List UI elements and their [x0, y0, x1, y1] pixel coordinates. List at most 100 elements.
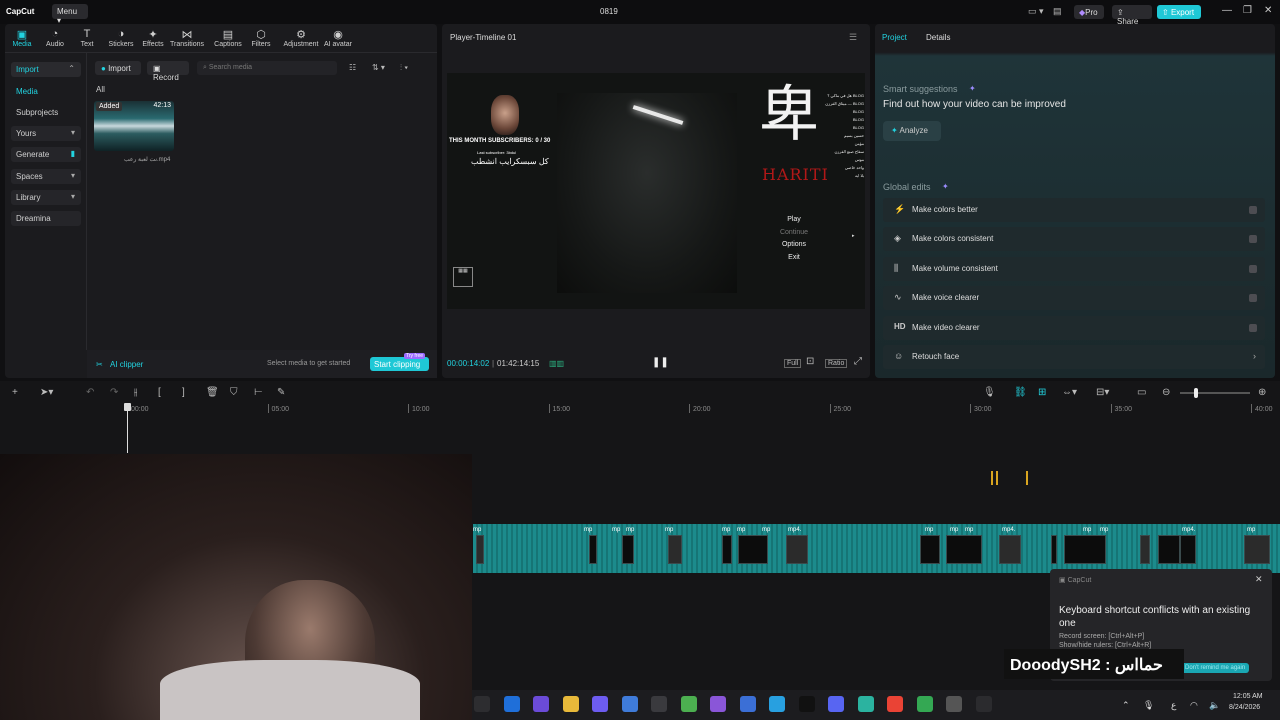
fullscreen-icon[interactable]: ⤢ [854, 356, 862, 367]
clip-thumbnail[interactable] [622, 535, 634, 564]
global-edit-make-video-clearer[interactable]: HD Make video clearer [883, 315, 1265, 340]
tray-mic-icon[interactable]: 🎙 [1143, 700, 1154, 711]
taskbar-app-icon[interactable] [562, 696, 579, 712]
waveform-icon[interactable]: ▥▥ [549, 359, 564, 368]
link-icon[interactable]: ⛓ [1014, 387, 1027, 398]
clip-thumbnail[interactable] [738, 535, 768, 564]
clock-time[interactable]: 12:05 AM [1233, 693, 1263, 700]
pro-button[interactable]: ◆Pro [1074, 5, 1104, 19]
playhead-handle[interactable] [124, 403, 131, 411]
sidebar-item-spaces[interactable]: Spaces ▾ [11, 169, 81, 184]
select-tool-icon[interactable]: ➤▾ [40, 387, 53, 398]
clip-thumbnail[interactable] [1158, 535, 1180, 564]
clip-thumbnail[interactable] [1140, 535, 1150, 564]
taskbar-app-icon[interactable] [592, 696, 608, 712]
toggle-checkbox[interactable] [1249, 264, 1257, 273]
clock-date[interactable]: 8/24/2026 [1229, 704, 1260, 711]
add-track-icon[interactable]: + [12, 387, 18, 398]
ai-clipper-label[interactable]: AI clipper [110, 360, 143, 369]
taskbar-app-icon[interactable] [857, 696, 874, 712]
toolbar-media[interactable]: ▣ Media [5, 28, 39, 48]
zoom-slider[interactable] [1180, 392, 1250, 394]
toolbar-stickers[interactable]: ◑ Stickers [104, 28, 138, 48]
toast-close-icon[interactable]: ✕ [1255, 574, 1263, 585]
delete-icon[interactable]: 🗑 [206, 387, 219, 398]
clip-thumbnail[interactable] [589, 535, 597, 564]
preview-axis-icon[interactable]: ⇔▾ [1062, 387, 1077, 398]
global-edit-retouch-face[interactable]: ☺ Retouch face › [883, 345, 1265, 369]
taskbar-app-icon[interactable] [798, 696, 815, 712]
redo-icon[interactable]: ↷ [110, 387, 118, 398]
clip-thumbnail[interactable] [1051, 535, 1057, 564]
taskbar-app-icon[interactable] [828, 696, 844, 712]
clip-thumbnail[interactable] [946, 535, 982, 564]
global-edit-make-volume-consistent[interactable]: ⫼ Make volume consistent [883, 256, 1265, 281]
taskbar-app-icon[interactable] [946, 696, 962, 712]
toolbar-filters[interactable]: ⬡ Filters [244, 28, 278, 48]
split-icon[interactable]: ⫲ [134, 387, 137, 398]
layout-icon[interactable]: ▭ ▾ [1028, 6, 1044, 17]
menu-button[interactable]: Menu ▾ [52, 4, 88, 25]
chevron-right-icon[interactable]: › [1253, 351, 1256, 361]
ratio-button[interactable]: Ratio [825, 359, 848, 368]
toggle-checkbox[interactable] [1249, 294, 1257, 303]
minimize-icon[interactable]: — [1222, 5, 1232, 16]
analyze-button[interactable]: ✦ Analyze [883, 121, 941, 141]
shortcuts-icon[interactable]: ▤ [1053, 6, 1062, 17]
filter-icon[interactable]: ⫶ ▾ [400, 63, 408, 73]
toolbar-ai-avatar[interactable]: ◉ AI avatar [321, 28, 355, 48]
tray-wifi-icon[interactable]: ◠ [1190, 700, 1198, 711]
taskbar-app-icon[interactable] [474, 696, 490, 712]
close-icon[interactable]: ✕ [1264, 5, 1272, 16]
import-button[interactable]: ● Import [95, 61, 141, 75]
clip-thumbnail[interactable] [1180, 535, 1196, 564]
screenshot-icon[interactable]: ⊡ [806, 356, 814, 367]
sidebar-item-media[interactable]: Media [11, 84, 81, 99]
zoom-in-icon[interactable]: ⊕ [1258, 387, 1266, 398]
taskbar-app-icon[interactable] [503, 696, 520, 712]
draw-icon[interactable]: ✎ [277, 387, 285, 398]
maximize-icon[interactable]: ❐ [1243, 5, 1252, 16]
taskbar-app-icon[interactable] [975, 696, 992, 712]
magnet-icon[interactable]: ⊞ [1038, 387, 1046, 398]
clip-thumbnail[interactable] [1064, 535, 1106, 564]
microphone-icon[interactable]: 🎙 [983, 387, 996, 398]
sidebar-item-subprojects[interactable]: Subprojects [11, 105, 81, 120]
sort-icon[interactable]: ⇅ ▾ [372, 63, 385, 72]
taskbar-app-icon[interactable] [739, 696, 756, 712]
clip-thumbnail[interactable] [999, 535, 1021, 564]
tray-language[interactable]: ع [1171, 700, 1176, 711]
sidebar-item-import[interactable]: Import ⌃ [11, 62, 81, 77]
filter-all[interactable]: All [96, 85, 105, 94]
toolbar-effects[interactable]: ✦ Effects [136, 28, 170, 48]
global-edit-make-colors-better[interactable]: ⚡ Make colors better [883, 198, 1265, 222]
toolbar-text[interactable]: T Text [70, 28, 104, 48]
search-input[interactable]: ⌕ Search media [197, 61, 337, 75]
player-menu-icon[interactable]: ☰ [849, 32, 857, 43]
start-clipping-button[interactable]: Start clipping [370, 357, 429, 371]
toggle-checkbox[interactable] [1249, 235, 1257, 244]
fit-icon[interactable]: ▭ [1137, 387, 1146, 398]
taskbar-app-icon[interactable] [533, 696, 549, 712]
toggle-checkbox[interactable] [1249, 323, 1257, 332]
media-thumbnail[interactable]: Added 42:13 [94, 101, 174, 151]
toolbar-audio[interactable]: ◔ Audio [38, 28, 72, 48]
tray-chevron-icon[interactable]: ⌃ [1122, 700, 1130, 711]
export-button[interactable]: ⇧ Export [1157, 5, 1201, 19]
taskbar-app-icon[interactable] [887, 696, 903, 712]
clip-thumbnail[interactable] [1244, 535, 1270, 564]
taskbar-app-icon[interactable] [651, 696, 667, 712]
sidebar-item-yours[interactable]: Yours ▾ [11, 126, 81, 141]
clip-thumbnail[interactable] [722, 535, 732, 564]
sidebar-item-generate[interactable]: Generate ▮ [11, 147, 81, 162]
clip-thumbnail[interactable] [476, 535, 484, 564]
toolbar-transitions[interactable]: ⋈ Transitions [170, 28, 204, 48]
toolbar-captions[interactable]: ▤ Captions [211, 28, 245, 48]
zoom-out-icon[interactable]: ⊖ [1162, 387, 1170, 398]
video-preview[interactable]: THIS MONTH SUBSCRIBERS: 0 / 30 Last subs… [447, 73, 865, 309]
insert-icon[interactable]: ⊢ [254, 387, 263, 398]
pause-icon[interactable]: ❚❚ [652, 357, 669, 368]
undo-icon[interactable]: ↶ [86, 387, 94, 398]
global-edit-make-voice-clearer[interactable]: ∿ Make voice clearer [883, 286, 1265, 311]
caption-track-icon[interactable]: ⊟▾ [1096, 387, 1109, 398]
